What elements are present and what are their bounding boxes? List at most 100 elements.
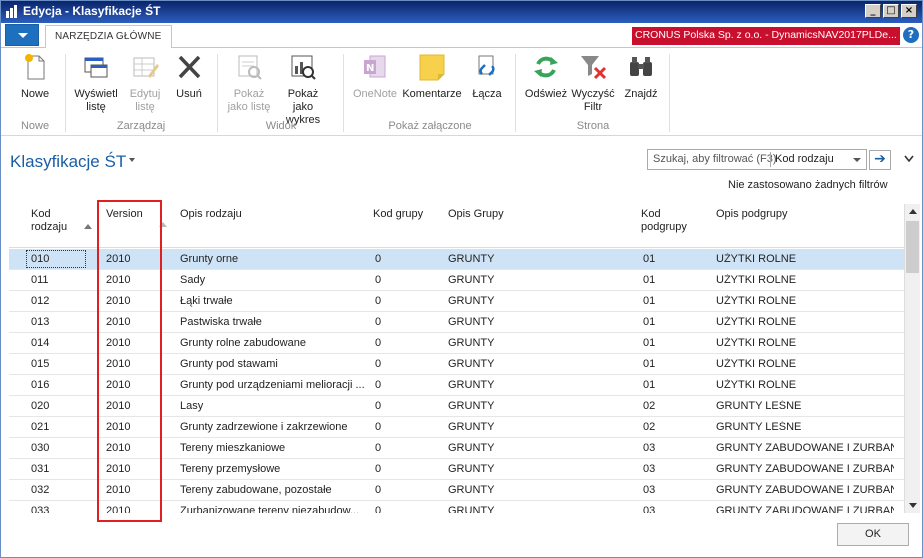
cell-kod-podgrupy[interactable]: 01 [643,379,703,391]
comments-button[interactable]: Komentarze [401,52,463,101]
cell-kod-rodzaju[interactable]: 010 [31,253,91,265]
cell-opis-podgrupy[interactable]: UŻYTKI ROLNE [716,253,894,265]
cell-kod-grupy[interactable]: 0 [375,463,435,475]
onenote-button[interactable]: N OneNote [351,52,399,101]
column-header-opis-podgrupy[interactable]: Opis podgrupy [716,208,788,221]
cell-opis-podgrupy[interactable]: UŻYTKI ROLNE [716,379,894,391]
show-as-list-button[interactable]: Pokaż jako listę [225,52,273,114]
cell-opis-grupy[interactable]: GRUNTY [448,337,628,349]
cell-kod-rodzaju[interactable]: 016 [31,379,91,391]
chevron-down-icon[interactable] [853,158,861,162]
cell-opis-podgrupy[interactable]: GRUNTY ZABUDOWANE I ZURBANI... [716,484,894,496]
cell-kod-podgrupy[interactable]: 03 [643,442,703,454]
cell-opis-podgrupy[interactable]: UŻYTKI ROLNE [716,358,894,370]
cell-opis-grupy[interactable]: GRUNTY [448,295,628,307]
cell-opis-grupy[interactable]: GRUNTY [448,274,628,286]
column-header-kod-podgrupy[interactable]: Kod podgrupy [641,208,687,234]
cell-kod-grupy[interactable]: 0 [375,379,435,391]
scroll-down-icon[interactable] [905,498,920,513]
cell-opis-podgrupy[interactable]: UŻYTKI ROLNE [716,316,894,328]
cell-opis-rodzaju[interactable]: Grunty rolne zabudowane [180,337,365,349]
cell-opis-rodzaju[interactable]: Łąki trwałe [180,295,365,307]
cell-kod-rodzaju[interactable]: 033 [31,505,91,513]
cell-opis-rodzaju[interactable]: Tereny zabudowane, pozostałe [180,484,365,496]
cell-opis-podgrupy[interactable]: GRUNTY ZABUDOWANE I ZURBANI... [716,463,894,475]
cell-kod-rodzaju[interactable]: 011 [31,274,91,286]
help-icon[interactable]: ? [903,27,919,43]
view-list-button[interactable]: Wyświetl listę [71,52,121,114]
cell-opis-grupy[interactable]: GRUNTY [448,358,628,370]
cell-kod-grupy[interactable]: 0 [375,442,435,454]
cell-kod-rodzaju[interactable]: 013 [31,316,91,328]
cell-kod-rodzaju[interactable]: 014 [31,337,91,349]
close-button[interactable]: × [901,4,917,18]
cell-kod-grupy[interactable]: 0 [375,505,435,513]
cell-opis-grupy[interactable]: GRUNTY [448,400,628,412]
column-header-kod-rodzaju[interactable]: Kod rodzaju [31,208,67,234]
page-title[interactable]: Klasyfikacje ŚT [10,152,126,172]
cell-kod-podgrupy[interactable]: 02 [643,400,703,412]
cell-opis-podgrupy[interactable]: GRUNTY ZABUDOWANE I ZURBANI... [716,442,894,454]
cell-opis-podgrupy[interactable]: UŻYTKI ROLNE [716,337,894,349]
column-header-opis-grupy[interactable]: Opis Grupy [448,208,504,221]
links-button[interactable]: Łącza [467,52,507,101]
cell-kod-grupy[interactable]: 0 [375,274,435,286]
clear-filter-button[interactable]: Wyczyść Filtr [571,52,615,114]
edit-list-button[interactable]: Edytuj listę [123,52,167,114]
cell-opis-podgrupy[interactable]: UŻYTKI ROLNE [716,295,894,307]
cell-opis-rodzaju[interactable]: Tereny mieszkaniowe [180,442,365,454]
ok-button[interactable]: OK [837,523,909,546]
file-menu-button[interactable] [5,24,39,46]
arrow-right-icon[interactable]: ➔ [869,150,891,170]
cell-kod-grupy[interactable]: 0 [375,358,435,370]
cell-opis-rodzaju[interactable]: Grunty zadrzewione i zakrzewione [180,421,365,433]
cell-opis-grupy[interactable]: GRUNTY [448,421,628,433]
chevron-down-icon[interactable] [129,158,135,162]
cell-kod-podgrupy[interactable]: 01 [643,274,703,286]
scroll-up-icon[interactable] [905,204,920,219]
cell-opis-podgrupy[interactable]: GRUNTY LEŚNE [716,421,894,433]
cell-kod-rodzaju[interactable]: 015 [31,358,91,370]
cell-opis-rodzaju[interactable]: Lasy [180,400,365,412]
cell-kod-grupy[interactable]: 0 [375,295,435,307]
refresh-button[interactable]: Odśwież [523,52,569,101]
cell-opis-rodzaju[interactable]: Sady [180,274,365,286]
cell-kod-rodzaju[interactable]: 032 [31,484,91,496]
tab-home[interactable]: NARZĘDZIA GŁÓWNE [45,25,172,49]
cell-kod-podgrupy[interactable]: 01 [643,253,703,265]
cell-opis-grupy[interactable]: GRUNTY [448,253,628,265]
cell-kod-podgrupy[interactable]: 03 [643,484,703,496]
maximize-button[interactable]: □ [883,4,899,18]
search-input[interactable]: Szukaj, aby filtrować (F3) [653,153,776,165]
delete-button[interactable]: Usuń [171,52,207,101]
cell-kod-podgrupy[interactable]: 01 [643,337,703,349]
cell-kod-rodzaju[interactable]: 030 [31,442,91,454]
cell-opis-grupy[interactable]: GRUNTY [448,463,628,475]
cell-opis-grupy[interactable]: GRUNTY [448,484,628,496]
find-button[interactable]: Znajdź [619,52,663,101]
cell-kod-grupy[interactable]: 0 [375,484,435,496]
cell-opis-grupy[interactable]: GRUNTY [448,379,628,391]
cell-kod-podgrupy[interactable]: 01 [643,295,703,307]
cell-kod-grupy[interactable]: 0 [375,421,435,433]
cell-kod-rodzaju[interactable]: 021 [31,421,91,433]
cell-kod-podgrupy[interactable]: 01 [643,316,703,328]
cell-kod-podgrupy[interactable]: 03 [643,463,703,475]
filter-field-select[interactable]: Kod rodzaju [775,153,834,165]
cell-opis-rodzaju[interactable]: Grunty orne [180,253,365,265]
company-badge[interactable]: CRONUS Polska Sp. z o.o. - DynamicsNAV20… [632,27,900,45]
cell-kod-grupy[interactable]: 0 [375,337,435,349]
cell-kod-podgrupy[interactable]: 01 [643,358,703,370]
cell-kod-rodzaju[interactable]: 020 [31,400,91,412]
cell-opis-rodzaju[interactable]: Tereny przemysłowe [180,463,365,475]
cell-opis-grupy[interactable]: GRUNTY [448,442,628,454]
column-header-kod-grupy[interactable]: Kod grupy [373,208,423,221]
cell-opis-grupy[interactable]: GRUNTY [448,316,628,328]
cell-kod-grupy[interactable]: 0 [375,400,435,412]
cell-kod-rodzaju[interactable]: 012 [31,295,91,307]
vertical-scrollbar[interactable] [904,204,920,513]
new-button[interactable]: Nowe [15,52,55,101]
cell-opis-rodzaju[interactable]: Grunty pod stawami [180,358,365,370]
cell-kod-podgrupy[interactable]: 03 [643,505,703,513]
cell-opis-grupy[interactable]: GRUNTY [448,505,628,513]
